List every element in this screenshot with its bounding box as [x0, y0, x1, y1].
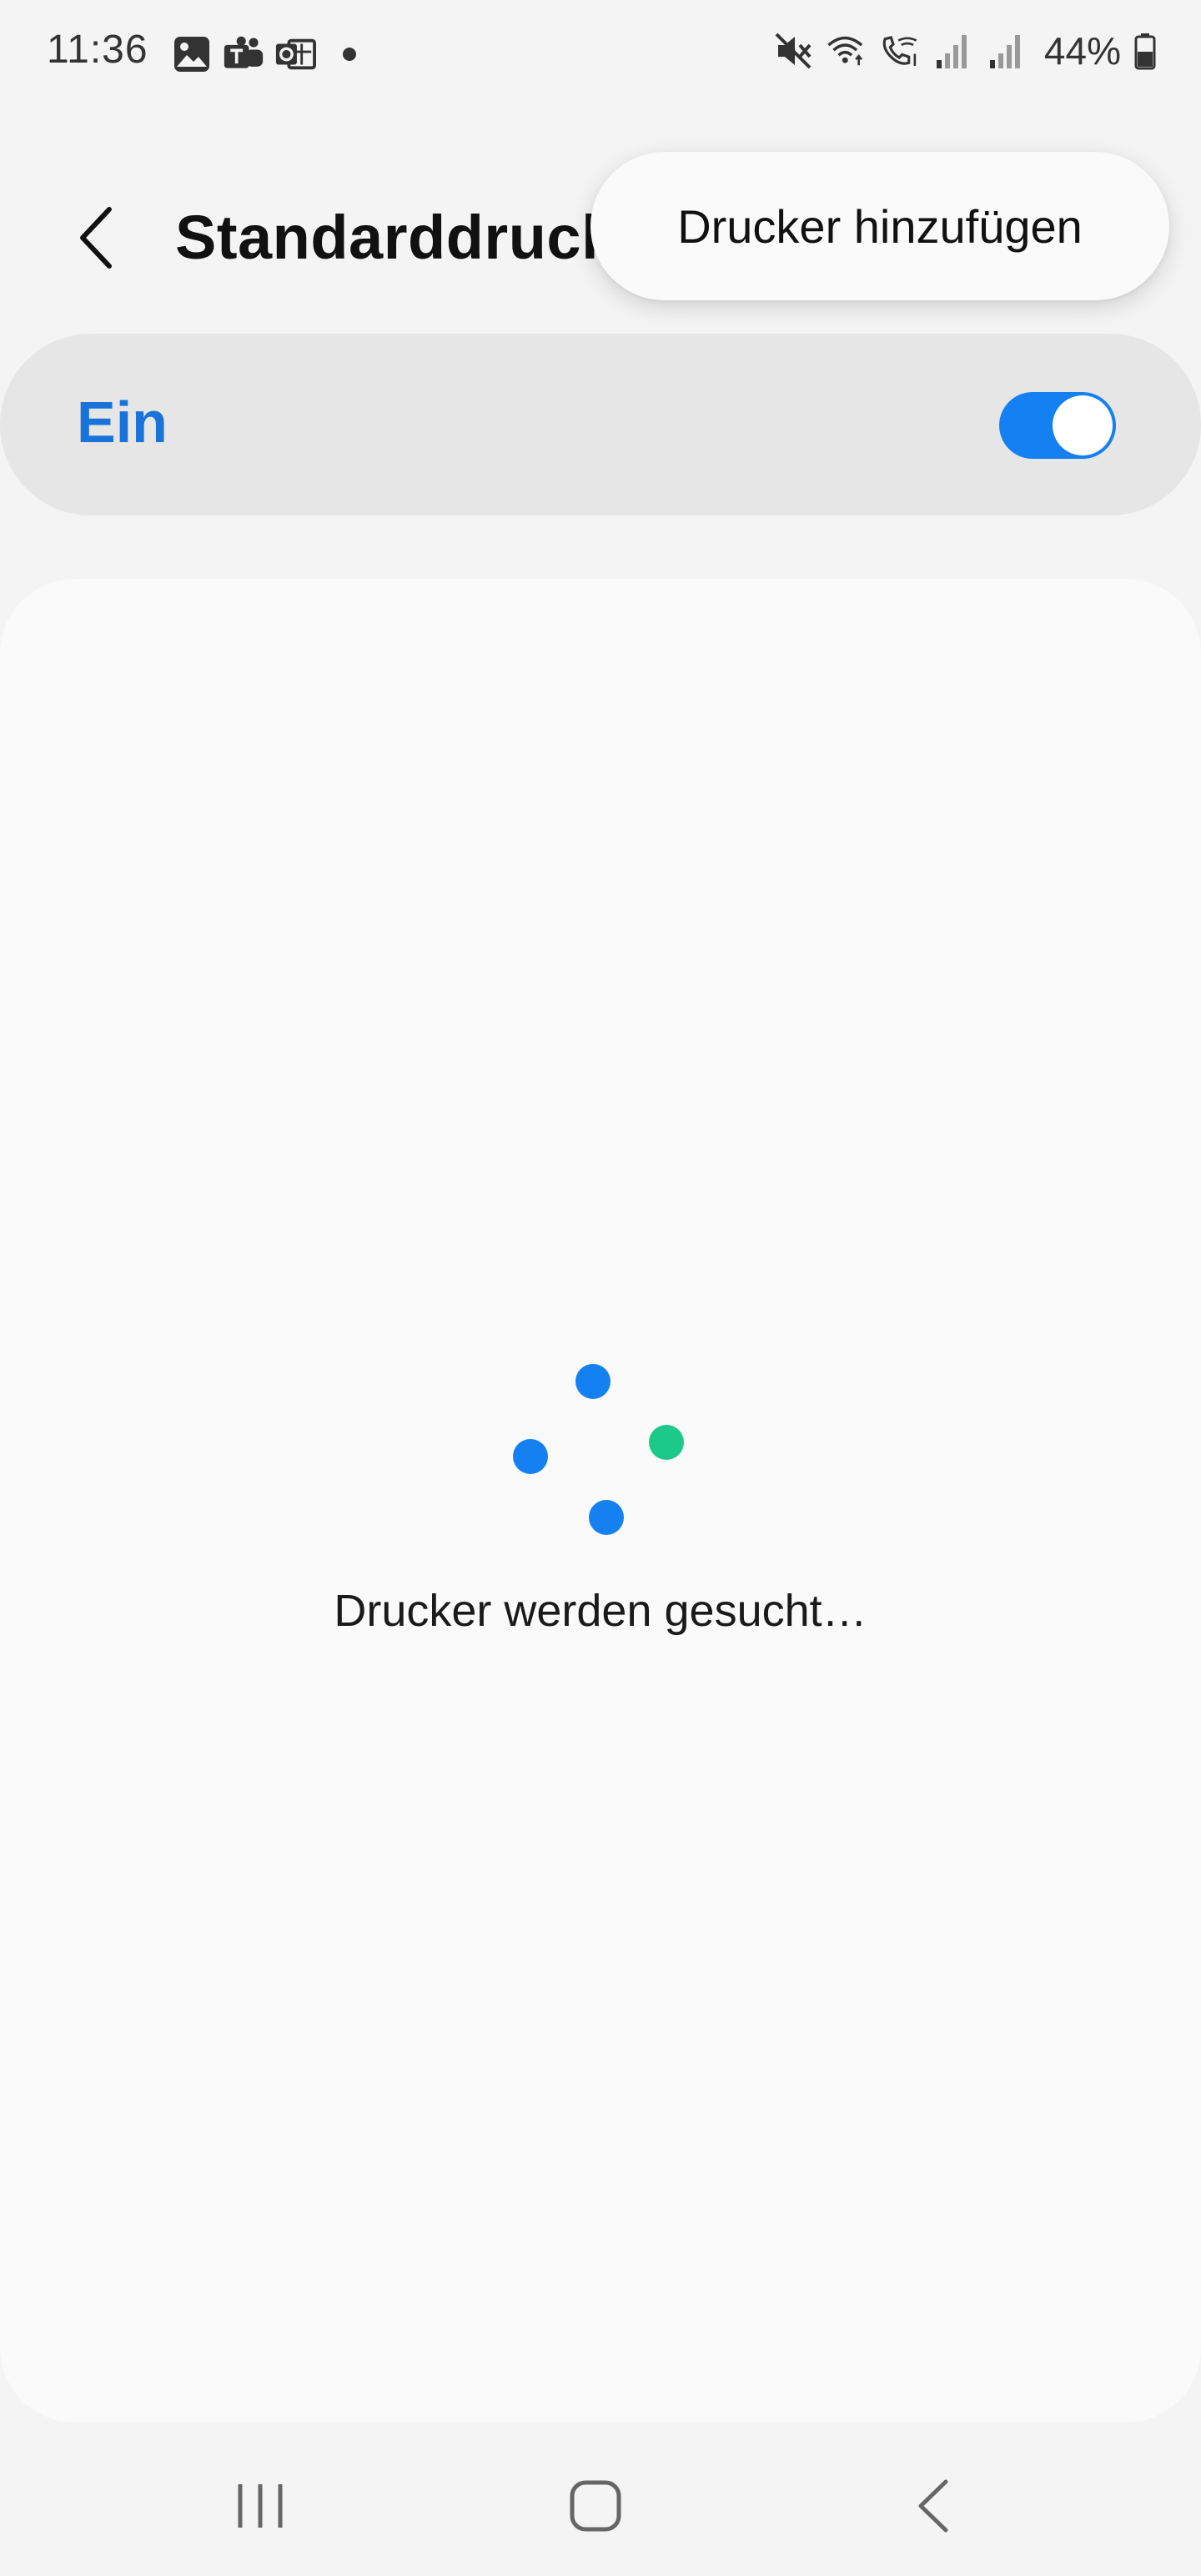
- screen: 11:36 44% Standarddruck Drucker hinzufüg…: [0, 0, 1201, 2576]
- wifi-calling-icon: [879, 30, 921, 72]
- navigation-bar: [0, 2436, 1201, 2576]
- wifi-icon: [826, 30, 867, 72]
- outlook-icon: [274, 33, 316, 75]
- menu-item-add-printer[interactable]: Drucker hinzufügen: [677, 199, 1083, 254]
- chevron-left-icon: [80, 207, 112, 269]
- loading-spinner-icon: [500, 1351, 701, 1552]
- status-time: 11:36: [47, 28, 148, 72]
- loader-dot: [649, 1425, 684, 1460]
- service-switch[interactable]: [999, 392, 1116, 459]
- home-icon: [570, 2480, 621, 2532]
- popup-menu: Drucker hinzufügen: [590, 152, 1169, 300]
- mute-icon: [772, 30, 814, 72]
- system-back-button[interactable]: [882, 2464, 982, 2548]
- recents-icon: [238, 2484, 283, 2528]
- battery-icon: [1133, 30, 1158, 72]
- back-button[interactable]: [67, 200, 125, 275]
- recents-button[interactable]: [210, 2464, 310, 2548]
- signal-icon: [932, 30, 974, 72]
- gallery-icon: [171, 33, 213, 75]
- switch-knob: [1053, 395, 1113, 455]
- toggle-label: Ein: [77, 390, 168, 455]
- status-left-icons: [171, 33, 356, 75]
- home-button[interactable]: [545, 2464, 646, 2548]
- loader-dot: [589, 1500, 624, 1535]
- page-title: Standarddruck: [175, 203, 616, 272]
- loader-dot: [513, 1439, 548, 1474]
- loader-dot: [575, 1364, 611, 1399]
- notification-dot-icon: [343, 48, 356, 61]
- service-toggle-row[interactable]: Ein: [0, 334, 1201, 516]
- searching-status-text: Drucker werden gesucht…: [334, 1586, 867, 1636]
- status-right-icons: 44%: [772, 28, 1158, 73]
- signal-icon-2: [986, 30, 1028, 72]
- teams-icon: [223, 33, 264, 75]
- status-bar: 11:36 44%: [0, 0, 1201, 108]
- back-icon: [918, 2479, 948, 2533]
- battery-percent: 44%: [1043, 29, 1121, 73]
